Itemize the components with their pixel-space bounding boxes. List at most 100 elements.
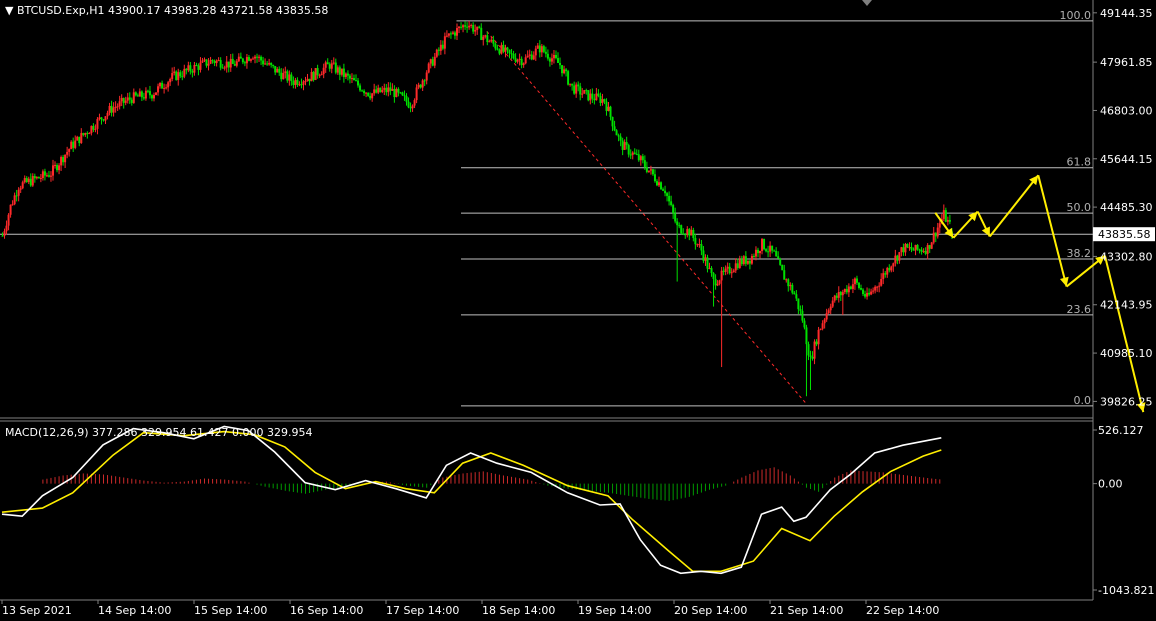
bullish-candle[interactable] — [601, 99, 604, 103]
chart-shift-icon[interactable] — [862, 0, 872, 6]
bearish-candle[interactable] — [195, 65, 198, 67]
bearish-candle[interactable] — [714, 278, 717, 286]
bearish-candle[interactable] — [803, 320, 806, 328]
bearish-candle[interactable] — [361, 90, 364, 92]
bearish-candle[interactable] — [706, 257, 709, 269]
bullish-candle[interactable] — [251, 58, 254, 60]
bearish-candle[interactable] — [548, 58, 551, 62]
bullish-candle[interactable] — [595, 93, 598, 101]
bullish-candle[interactable] — [108, 105, 111, 113]
bullish-candle[interactable] — [203, 59, 206, 61]
bearish-candle[interactable] — [625, 142, 628, 146]
bearish-candle[interactable] — [243, 62, 246, 64]
bullish-candle[interactable] — [870, 291, 873, 295]
bullish-candle[interactable] — [322, 67, 325, 75]
bullish-candle[interactable] — [639, 156, 642, 161]
bullish-candle[interactable] — [708, 268, 711, 270]
bearish-candle[interactable] — [508, 49, 511, 54]
bearish-candle[interactable] — [906, 243, 909, 248]
bearish-candle[interactable] — [227, 61, 230, 68]
bearish-candle[interactable] — [290, 74, 293, 82]
bearish-candle[interactable] — [33, 176, 36, 179]
bullish-candle[interactable] — [825, 313, 828, 320]
bullish-candle[interactable] — [383, 87, 386, 90]
bullish-candle[interactable] — [488, 41, 491, 43]
bullish-candle[interactable] — [66, 151, 69, 155]
bullish-candle[interactable] — [320, 74, 323, 76]
bullish-candle[interactable] — [391, 88, 394, 91]
bearish-candle[interactable] — [593, 98, 596, 101]
bearish-candle[interactable] — [815, 341, 818, 345]
bearish-candle[interactable] — [752, 255, 755, 257]
bullish-candle[interactable] — [746, 260, 749, 264]
bearish-candle[interactable] — [655, 181, 658, 186]
bullish-candle[interactable] — [926, 245, 929, 254]
bearish-candle[interactable] — [441, 44, 444, 49]
bearish-candle[interactable] — [464, 25, 467, 27]
bearish-candle[interactable] — [544, 51, 547, 54]
bullish-candle[interactable] — [31, 176, 34, 186]
bearish-candle[interactable] — [857, 282, 860, 289]
trend-line[interactable] — [486, 31, 807, 404]
bearish-candle[interactable] — [205, 59, 208, 66]
bearish-candle[interactable] — [520, 58, 523, 66]
bearish-candle[interactable] — [542, 46, 545, 52]
bullish-candle[interactable] — [524, 57, 527, 64]
bullish-candle[interactable] — [583, 90, 586, 94]
bullish-candle[interactable] — [209, 60, 212, 64]
bearish-candle[interactable] — [179, 72, 182, 77]
bearish-candle[interactable] — [359, 85, 362, 91]
bullish-candle[interactable] — [54, 165, 57, 167]
bullish-candle[interactable] — [726, 266, 729, 269]
bullish-candle[interactable] — [17, 189, 20, 196]
bullish-candle[interactable] — [468, 25, 471, 28]
bullish-candle[interactable] — [183, 68, 186, 77]
bullish-candle[interactable] — [914, 244, 917, 251]
bullish-candle[interactable] — [837, 291, 840, 298]
bearish-candle[interactable] — [375, 89, 378, 93]
bearish-candle[interactable] — [82, 133, 85, 135]
bullish-candle[interactable] — [88, 133, 91, 135]
bullish-candle[interactable] — [235, 61, 238, 66]
bullish-candle[interactable] — [124, 100, 127, 103]
bearish-candle[interactable] — [621, 140, 624, 150]
bullish-candle[interactable] — [294, 79, 297, 85]
bullish-candle[interactable] — [187, 65, 190, 71]
bearish-candle[interactable] — [916, 244, 919, 250]
bullish-candle[interactable] — [474, 30, 477, 32]
bearish-candle[interactable] — [316, 68, 319, 76]
bullish-candle[interactable] — [258, 56, 261, 58]
bullish-candle[interactable] — [373, 89, 376, 94]
bullish-candle[interactable] — [892, 263, 895, 267]
bearish-candle[interactable] — [197, 65, 200, 70]
bullish-candle[interactable] — [589, 93, 592, 101]
bullish-candle[interactable] — [534, 48, 537, 56]
bullish-candle[interactable] — [344, 73, 347, 77]
bullish-candle[interactable] — [314, 68, 317, 80]
bullish-candle[interactable] — [750, 255, 753, 264]
forecast-arrow-line[interactable] — [1103, 255, 1145, 413]
bullish-candle[interactable] — [27, 178, 30, 183]
bearish-candle[interactable] — [266, 63, 269, 65]
bearish-candle[interactable] — [668, 195, 671, 202]
bullish-candle[interactable] — [68, 149, 71, 152]
bullish-candle[interactable] — [23, 178, 26, 183]
bearish-candle[interactable] — [211, 60, 214, 62]
bearish-candle[interactable] — [748, 260, 751, 264]
bullish-candle[interactable] — [876, 286, 879, 288]
bullish-candle[interactable] — [563, 69, 566, 74]
bearish-candle[interactable] — [492, 39, 495, 44]
bearish-candle[interactable] — [783, 270, 786, 280]
bullish-candle[interactable] — [118, 101, 121, 107]
bullish-candle[interactable] — [330, 63, 333, 69]
bullish-candle[interactable] — [789, 284, 792, 287]
bullish-candle[interactable] — [45, 175, 48, 177]
bearish-candle[interactable] — [546, 53, 549, 59]
bearish-candle[interactable] — [538, 45, 541, 53]
bullish-candle[interactable] — [456, 28, 458, 36]
bullish-candle[interactable] — [759, 250, 761, 254]
bearish-candle[interactable] — [599, 95, 602, 103]
bullish-candle[interactable] — [304, 81, 307, 83]
bearish-candle[interactable] — [256, 56, 259, 58]
bearish-candle[interactable] — [15, 195, 18, 197]
